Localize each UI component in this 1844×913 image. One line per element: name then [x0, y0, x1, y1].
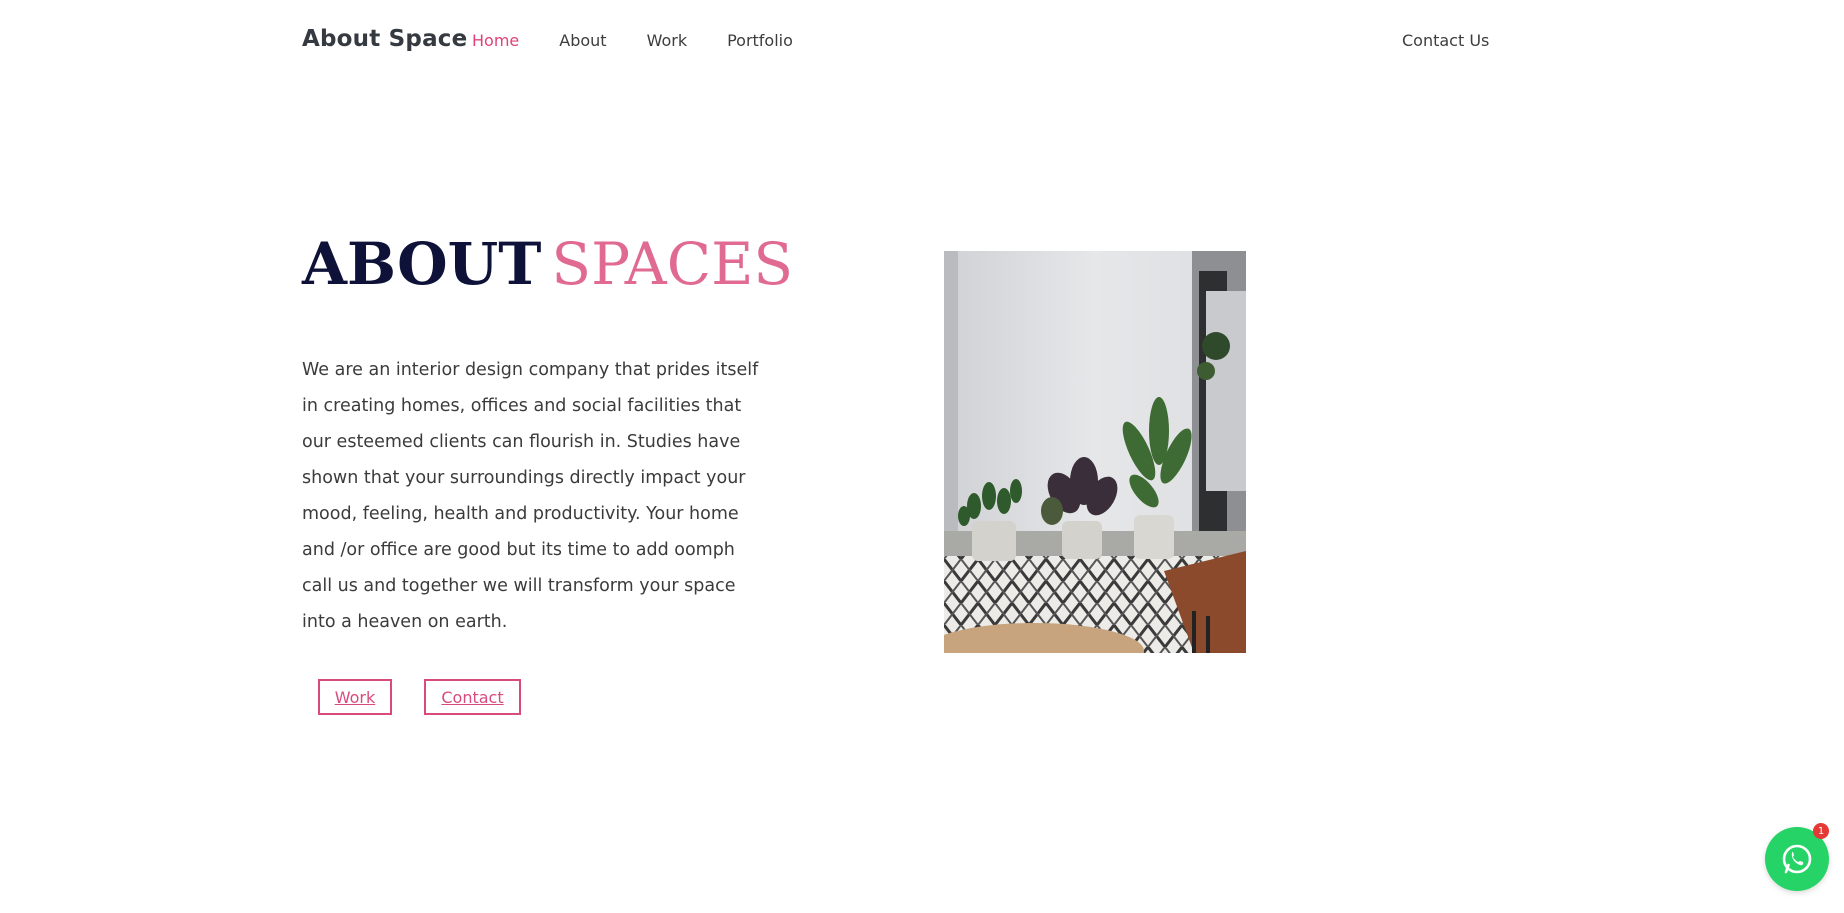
nav-contact-us-link[interactable]: Contact Us — [1402, 31, 1489, 50]
nav-home-link[interactable]: Home — [472, 31, 519, 50]
site-header: About Space Home About Work Portfolio Co… — [0, 0, 1844, 82]
whatsapp-icon — [1782, 844, 1812, 874]
chat-notification-badge: 1 — [1813, 823, 1829, 839]
hero-description: We are an interior design company that p… — [302, 360, 759, 632]
hero-image — [944, 251, 1246, 653]
nav-work-link[interactable]: Work — [647, 31, 688, 50]
work-button[interactable]: Work — [318, 679, 392, 715]
room-plants-illustration — [944, 251, 1246, 653]
nav-about-link[interactable]: About — [559, 31, 606, 50]
nav-portfolio-link[interactable]: Portfolio — [727, 31, 793, 50]
main-nav: Home About Work Portfolio — [472, 31, 833, 50]
contact-button[interactable]: Contact — [424, 679, 521, 715]
hero-title: ABOUT SPACES — [302, 230, 793, 298]
hero-title-part1: ABOUT — [302, 230, 542, 298]
brand-logo[interactable]: About Space — [302, 26, 467, 52]
hero-title-part2: SPACES — [551, 230, 794, 298]
